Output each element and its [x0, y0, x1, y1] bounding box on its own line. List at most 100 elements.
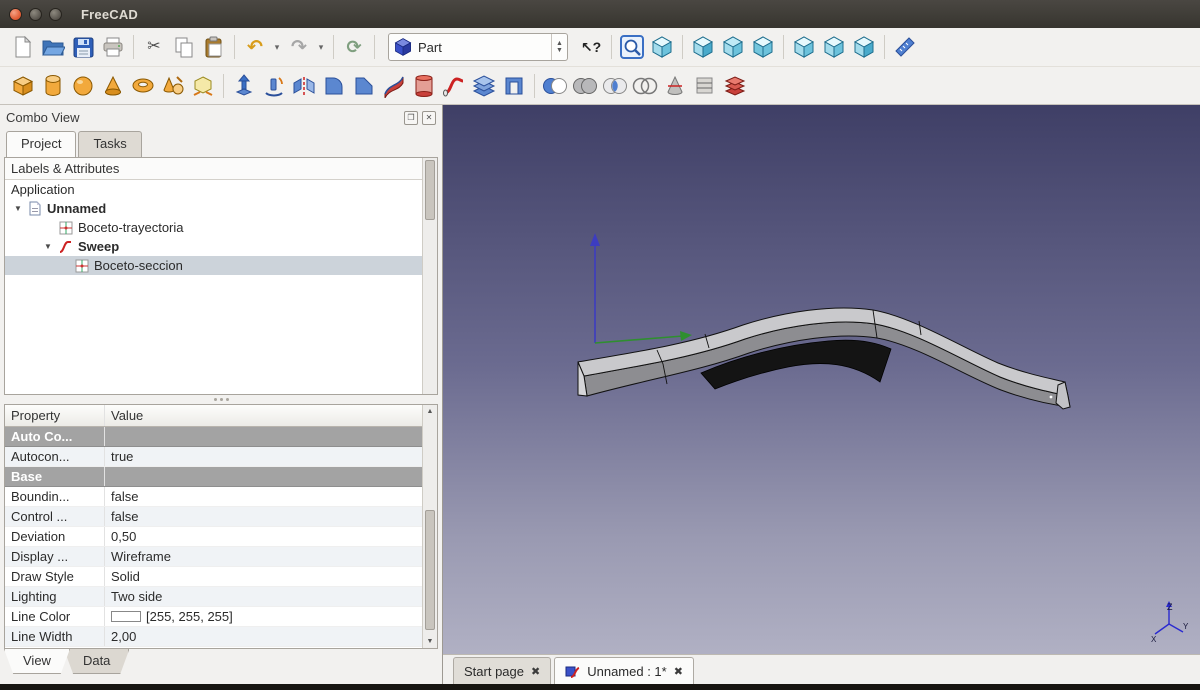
- close-tab-icon[interactable]: ✖: [531, 665, 540, 678]
- redo-dropdown-button[interactable]: ▾: [314, 32, 328, 62]
- property-row[interactable]: Control ... false: [5, 507, 437, 527]
- section-button[interactable]: [660, 71, 690, 101]
- refresh-button[interactable]: ⟳: [339, 32, 369, 62]
- refresh-icon: ⟳: [346, 38, 361, 56]
- tab-tasks[interactable]: Tasks: [78, 131, 141, 157]
- tree-item-sweep[interactable]: ▼ Sweep: [5, 237, 437, 256]
- property-row[interactable]: Boundin... false: [5, 487, 437, 507]
- expander-icon[interactable]: ▼: [43, 242, 53, 251]
- extrude-button[interactable]: [229, 71, 259, 101]
- workbench-selector[interactable]: Part ▲ ▼: [388, 33, 568, 61]
- close-tab-icon[interactable]: ✖: [674, 665, 683, 678]
- create-primitives-button[interactable]: [158, 71, 188, 101]
- box-button[interactable]: [8, 71, 38, 101]
- cut-button[interactable]: ✂: [139, 32, 169, 62]
- panel-float-button[interactable]: ❐: [404, 111, 418, 125]
- sweep-button[interactable]: [439, 71, 469, 101]
- property-value[interactable]: Wireframe: [105, 547, 437, 566]
- paste-button[interactable]: [199, 32, 229, 62]
- window-maximize-button[interactable]: [49, 8, 62, 21]
- tree-item-boceto-seccion[interactable]: Boceto-seccion: [5, 256, 437, 275]
- open-document-button[interactable]: [38, 32, 68, 62]
- left-view-button[interactable]: [849, 32, 879, 62]
- property-row[interactable]: Display ... Wireframe: [5, 547, 437, 567]
- top-view-button[interactable]: [718, 32, 748, 62]
- undo-button[interactable]: ↶: [240, 32, 270, 62]
- fillet-button[interactable]: [319, 71, 349, 101]
- tree-scrollbar-thumb[interactable]: [425, 160, 435, 220]
- color-swatch[interactable]: [111, 611, 141, 622]
- torus-button[interactable]: [128, 71, 158, 101]
- property-row[interactable]: Deviation 0,50: [5, 527, 437, 547]
- ruled-surface-button[interactable]: [379, 71, 409, 101]
- property-value[interactable]: 2,00: [105, 627, 437, 646]
- tab-project[interactable]: Project: [6, 131, 76, 157]
- front-view-button[interactable]: [688, 32, 718, 62]
- property-value[interactable]: false: [105, 487, 437, 506]
- property-value[interactable]: false: [105, 507, 437, 526]
- mdi-tab-start-page[interactable]: Start page ✖: [453, 657, 551, 684]
- save-button[interactable]: [68, 32, 98, 62]
- property-row[interactable]: Line Width 2,00: [5, 627, 437, 647]
- sphere-button[interactable]: [68, 71, 98, 101]
- workbench-spinner[interactable]: ▲ ▼: [551, 34, 567, 60]
- intersection-button[interactable]: [630, 71, 660, 101]
- property-group-row[interactable]: Base: [5, 467, 437, 487]
- window-close-button[interactable]: [9, 8, 22, 21]
- property-value[interactable]: Solid: [105, 567, 437, 586]
- whats-this-button[interactable]: ↖?: [576, 32, 606, 62]
- property-value[interactable]: true: [105, 447, 437, 466]
- measure-button[interactable]: [890, 32, 920, 62]
- loft-button[interactable]: [409, 71, 439, 101]
- property-group-row[interactable]: Auto Co...: [5, 427, 437, 447]
- scroll-up-icon[interactable]: ▲: [423, 405, 437, 418]
- view-data-tabs: View Data: [0, 649, 442, 679]
- panel-splitter[interactable]: [0, 395, 442, 404]
- property-value[interactable]: 0,50: [105, 527, 437, 546]
- property-row[interactable]: Draw Style Solid: [5, 567, 437, 587]
- redo-button[interactable]: ↷: [284, 32, 314, 62]
- property-row[interactable]: Lighting Two side: [5, 587, 437, 607]
- tab-data[interactable]: Data: [64, 649, 129, 674]
- cone-button[interactable]: [98, 71, 128, 101]
- tree-root-application[interactable]: Application: [5, 180, 437, 199]
- window-minimize-button[interactable]: [29, 8, 42, 21]
- mirror-button[interactable]: [289, 71, 319, 101]
- scroll-down-icon[interactable]: ▼: [423, 635, 437, 648]
- tree-item-boceto-trayectoria[interactable]: Boceto-trayectoria: [5, 218, 437, 237]
- new-document-button[interactable]: [8, 32, 38, 62]
- fit-all-button[interactable]: [617, 32, 647, 62]
- chamfer-button[interactable]: [349, 71, 379, 101]
- property-row[interactable]: Autocon... true: [5, 447, 437, 467]
- undo-dropdown-button[interactable]: ▾: [270, 32, 284, 62]
- tree-scrollbar[interactable]: [422, 158, 437, 394]
- boolean-button[interactable]: [540, 71, 570, 101]
- copy-button[interactable]: [169, 32, 199, 62]
- print-button[interactable]: [98, 32, 128, 62]
- panel-close-button[interactable]: ✕: [422, 111, 436, 125]
- right-view-button[interactable]: [748, 32, 778, 62]
- revolve-button[interactable]: [259, 71, 289, 101]
- tree-item-unnamed[interactable]: ▼ Unnamed: [5, 199, 437, 218]
- front-view-icon: [691, 35, 715, 59]
- compound-button[interactable]: [720, 71, 750, 101]
- union-button[interactable]: [570, 71, 600, 101]
- axonometric-view-button[interactable]: [647, 32, 677, 62]
- cylinder-button[interactable]: [38, 71, 68, 101]
- property-scrollbar[interactable]: ▲ ▼: [422, 405, 437, 648]
- 3d-viewport[interactable]: Z Y X Start page ✖ Unnamed : 1* ✖: [443, 105, 1200, 684]
- cross-sections-button[interactable]: [690, 71, 720, 101]
- bottom-view-button[interactable]: [819, 32, 849, 62]
- rear-view-button[interactable]: [789, 32, 819, 62]
- shape-builder-button[interactable]: [188, 71, 218, 101]
- mdi-tab-unnamed[interactable]: Unnamed : 1* ✖: [554, 657, 694, 684]
- tab-view[interactable]: View: [4, 649, 70, 674]
- property-value[interactable]: Two side: [105, 587, 437, 606]
- property-row-line-color[interactable]: Line Color [255, 255, 255]: [5, 607, 437, 627]
- thickness-button[interactable]: [499, 71, 529, 101]
- property-value[interactable]: [255, 255, 255]: [105, 607, 437, 626]
- expander-icon[interactable]: ▼: [13, 204, 23, 213]
- common-button[interactable]: [600, 71, 630, 101]
- offset-button[interactable]: [469, 71, 499, 101]
- property-scrollbar-thumb[interactable]: [425, 510, 435, 630]
